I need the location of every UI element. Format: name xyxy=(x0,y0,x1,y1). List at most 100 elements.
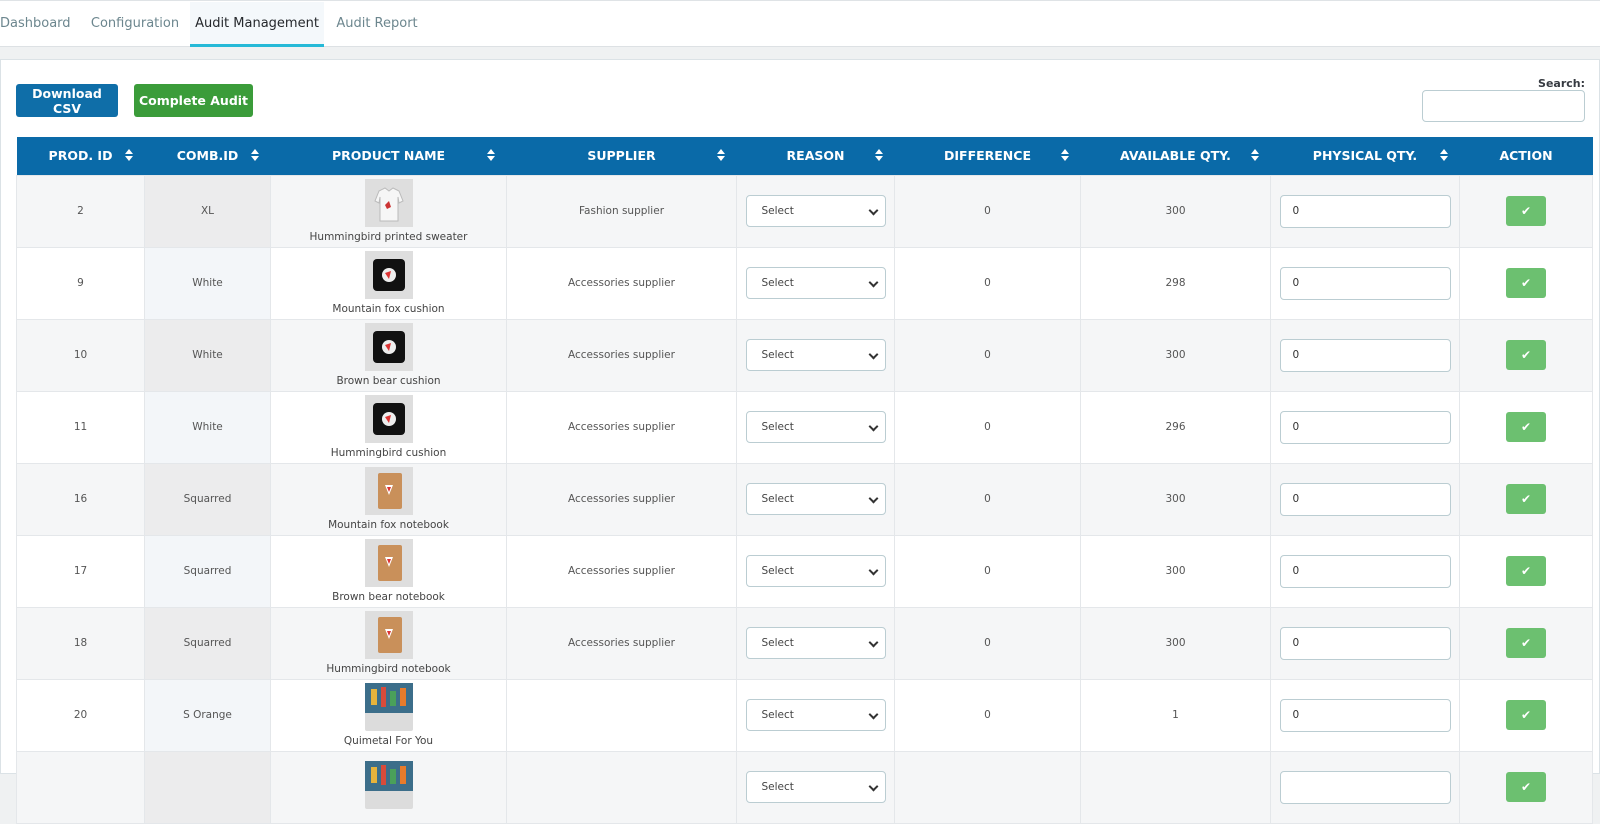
physical-qty-cell: 0 xyxy=(1270,606,1460,680)
notebook-image xyxy=(364,467,413,515)
product-name: Hummingbird cushion xyxy=(330,447,447,459)
reason-select[interactable]: Select xyxy=(745,771,886,803)
cushion-image xyxy=(364,251,413,299)
reason-select[interactable]: Select xyxy=(745,699,886,731)
physical-qty-input[interactable]: 0 xyxy=(1279,338,1451,372)
tab-dashboard[interactable]: Dashboard xyxy=(0,2,71,47)
column-label: PRODUCT NAME xyxy=(331,148,446,164)
available-qty-cell: 300 xyxy=(1080,318,1271,392)
prod-id-cell xyxy=(16,750,145,824)
sort-icon[interactable] xyxy=(874,149,883,161)
confirm-button[interactable]: ✔ xyxy=(1506,700,1546,730)
check-icon: ✔ xyxy=(1520,636,1532,650)
sort-icon[interactable] xyxy=(124,149,133,161)
physical-qty-input[interactable]: 0 xyxy=(1279,194,1451,228)
product-name-cell: Mountain fox notebook xyxy=(270,462,507,536)
comb-id-cell: White xyxy=(144,246,271,320)
comb-id-cell: Squarred xyxy=(144,606,271,680)
column-header-product-name[interactable]: PRODUCT NAME xyxy=(270,137,507,175)
physical-qty-input[interactable]: 0 xyxy=(1279,266,1451,300)
chevron-down-icon xyxy=(868,637,878,648)
reason-select[interactable]: Select xyxy=(745,411,886,443)
reason-select[interactable]: Select xyxy=(745,483,886,515)
reason-select[interactable]: Select xyxy=(745,339,886,371)
physical-qty-input[interactable]: 0 xyxy=(1279,482,1451,516)
physical-qty-input[interactable]: 0 xyxy=(1279,698,1451,732)
reason-value: Select xyxy=(761,421,794,433)
action-cell: ✔ xyxy=(1459,678,1593,752)
chevron-down-icon xyxy=(868,421,878,432)
physical-qty-cell: 0 xyxy=(1270,174,1460,248)
column-label: SUPPLIER xyxy=(587,148,656,164)
comb-id-cell: Squarred xyxy=(144,534,271,608)
available-qty-cell xyxy=(1080,750,1271,824)
difference-cell: 0 xyxy=(894,462,1081,536)
column-header-difference[interactable]: DIFFERENCE xyxy=(894,137,1081,175)
reason-value: Select xyxy=(761,781,794,793)
reason-select[interactable]: Select xyxy=(745,627,886,659)
table-row: 20 S Orange Quimetal For You Select 0 1 0 ✔ xyxy=(16,678,1593,752)
column-header-physical-qty[interactable]: PHYSICAL QTY. xyxy=(1270,137,1460,175)
column-header-comb-id[interactable]: COMB.ID xyxy=(144,137,271,175)
column-header-available-qty[interactable]: AVAILABLE QTY. xyxy=(1080,137,1271,175)
reason-select[interactable]: Select xyxy=(745,195,886,227)
prod-id-cell: 16 xyxy=(16,462,145,536)
column-label: REASON xyxy=(786,148,845,164)
confirm-button[interactable]: ✔ xyxy=(1506,484,1546,514)
check-icon: ✔ xyxy=(1520,348,1532,362)
product-name: Mountain fox notebook xyxy=(328,519,449,531)
tab-audit-report[interactable]: Audit Report xyxy=(334,2,420,47)
sort-icon[interactable] xyxy=(486,149,495,161)
prod-id-cell: 2 xyxy=(16,174,145,248)
column-header-prod-id[interactable]: PROD. ID xyxy=(16,137,145,175)
physical-qty-input[interactable] xyxy=(1279,770,1451,804)
reason-cell: Select xyxy=(736,174,895,248)
comb-id-cell: Squarred xyxy=(144,462,271,536)
tab-audit-management[interactable]: Audit Management xyxy=(190,2,324,47)
action-cell: ✔ xyxy=(1459,318,1593,392)
sort-icon[interactable] xyxy=(250,149,259,161)
complete-audit-button[interactable]: Complete Audit xyxy=(134,84,253,117)
reason-value: Select xyxy=(761,205,794,217)
table-row: Select ✔ xyxy=(16,750,1593,824)
sort-icon[interactable] xyxy=(1060,149,1069,161)
column-label: DIFFERENCE xyxy=(944,148,1031,164)
difference-cell: 0 xyxy=(894,174,1081,248)
action-cell: ✔ xyxy=(1459,390,1593,464)
column-header-action: ACTION xyxy=(1459,137,1593,175)
action-cell: ✔ xyxy=(1459,534,1593,608)
physical-qty-input[interactable]: 0 xyxy=(1279,626,1451,660)
physical-qty-cell: 0 xyxy=(1270,678,1460,752)
column-header-supplier[interactable]: SUPPLIER xyxy=(506,137,737,175)
product-name: Mountain fox cushion xyxy=(332,303,445,315)
prod-id-cell: 10 xyxy=(16,318,145,392)
check-icon: ✔ xyxy=(1520,276,1532,290)
reason-cell: Select xyxy=(736,246,895,320)
sort-icon[interactable] xyxy=(1250,149,1259,161)
physical-qty-input[interactable]: 0 xyxy=(1279,410,1451,444)
download-csv-button[interactable]: Download CSV xyxy=(16,84,118,117)
search-input[interactable] xyxy=(1422,90,1585,122)
audit-table: PROD. ID COMB.ID PRODUCT NAME SUPPLIER REASO… xyxy=(16,137,1593,824)
reason-value: Select xyxy=(761,637,794,649)
confirm-button[interactable]: ✔ xyxy=(1506,556,1546,586)
physical-qty-input[interactable]: 0 xyxy=(1279,554,1451,588)
comb-id-cell xyxy=(144,750,271,824)
tab-configuration[interactable]: Configuration xyxy=(85,2,185,47)
confirm-button[interactable]: ✔ xyxy=(1506,268,1546,298)
confirm-button[interactable]: ✔ xyxy=(1506,412,1546,442)
difference-cell: 0 xyxy=(894,318,1081,392)
confirm-button[interactable]: ✔ xyxy=(1506,340,1546,370)
confirm-button[interactable]: ✔ xyxy=(1506,628,1546,658)
physical-qty-cell: 0 xyxy=(1270,462,1460,536)
confirm-button[interactable]: ✔ xyxy=(1506,196,1546,226)
sort-icon[interactable] xyxy=(716,149,725,161)
table-header-row: PROD. ID COMB.ID PRODUCT NAME SUPPLIER REASO… xyxy=(16,137,1593,175)
reason-cell: Select xyxy=(736,318,895,392)
confirm-button[interactable]: ✔ xyxy=(1506,772,1546,802)
reason-select[interactable]: Select xyxy=(745,267,886,299)
column-header-reason[interactable]: REASON xyxy=(736,137,895,175)
sort-icon[interactable] xyxy=(1439,149,1448,161)
available-qty-cell: 1 xyxy=(1080,678,1271,752)
reason-select[interactable]: Select xyxy=(745,555,886,587)
